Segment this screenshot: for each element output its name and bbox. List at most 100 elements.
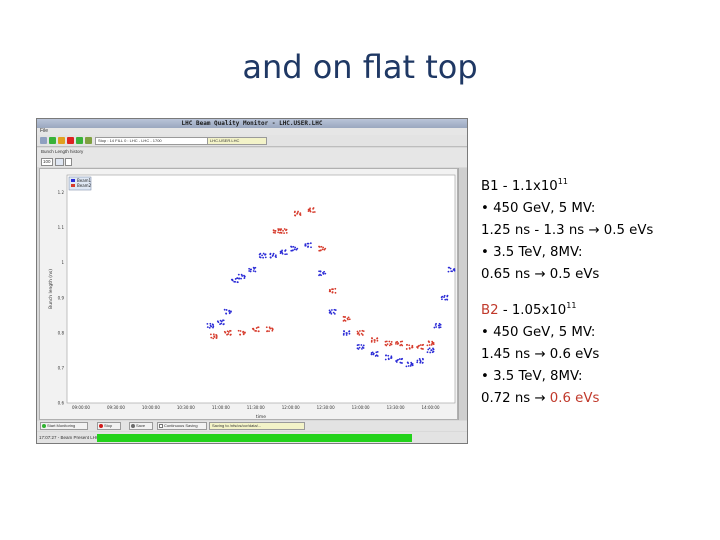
plot-area xyxy=(66,174,456,404)
data-point xyxy=(272,231,275,234)
data-point xyxy=(318,270,320,273)
data-point xyxy=(343,330,345,332)
data-point xyxy=(429,351,432,354)
data-point xyxy=(292,249,294,252)
selector-field[interactable]: Stop : 14 FILL 0 : LHC - LHC - 1700 xyxy=(95,137,225,145)
data-point xyxy=(329,311,332,314)
data-point xyxy=(254,329,257,332)
data-point xyxy=(268,330,270,333)
data-point xyxy=(219,319,222,322)
x-tick-label: 11:00:00 xyxy=(212,405,230,410)
legend: Beam1 Beam2 xyxy=(68,176,92,191)
data-point xyxy=(360,332,363,335)
data-point xyxy=(427,348,430,351)
data-point xyxy=(358,346,361,349)
plot-controls: 100 xyxy=(37,156,467,167)
record-icon[interactable] xyxy=(76,137,83,144)
save-path-field[interactable]: Saving to /nfs/cs/ccr/data/... xyxy=(209,422,305,430)
stop-button[interactable]: Stop xyxy=(97,422,121,430)
data-point xyxy=(397,358,399,361)
settings-icon[interactable] xyxy=(85,137,92,144)
stop-icon[interactable] xyxy=(67,137,74,144)
slide-title: and on flat top xyxy=(242,48,478,86)
data-point xyxy=(282,229,284,232)
data-point xyxy=(210,336,213,339)
start-monitoring-button[interactable]: Start Monitoring xyxy=(40,422,88,430)
points-select[interactable]: 100 xyxy=(41,158,53,166)
b2-line2: 1.45 ns → 0.6 eVs xyxy=(481,347,600,362)
data-point xyxy=(243,277,246,280)
data-point xyxy=(264,256,267,259)
menu-file[interactable]: File xyxy=(40,128,48,134)
data-point xyxy=(421,362,424,364)
data-point xyxy=(322,272,324,274)
window-titlebar[interactable]: LHC Beam Quality Monitor - LHC.USER.LHC xyxy=(37,119,467,128)
data-point xyxy=(321,248,324,251)
data-point xyxy=(268,326,271,329)
data-point xyxy=(343,319,346,322)
start-icon xyxy=(42,424,46,428)
b1-title: B1 - 1.1x1011 xyxy=(481,176,716,198)
data-point xyxy=(360,344,363,346)
data-point xyxy=(384,340,387,343)
status-bar: 17:07:27 - Beam Present LHC xyxy=(37,432,467,443)
data-point xyxy=(443,296,445,298)
data-point xyxy=(228,311,231,314)
b1-title-text: B1 - 1.1x10 xyxy=(481,179,558,194)
data-point xyxy=(375,351,378,354)
data-point xyxy=(285,231,288,234)
data-point xyxy=(331,291,334,294)
bottom-toolbar: Start Monitoring Stop Save Continuous Sa… xyxy=(37,421,467,431)
data-point xyxy=(293,248,296,251)
data-point xyxy=(242,330,245,333)
legend-swatch-beam2 xyxy=(71,184,75,187)
data-point xyxy=(272,254,275,256)
data-point xyxy=(432,350,435,353)
data-point xyxy=(430,349,433,352)
data-point xyxy=(320,245,323,248)
chevron-down-icon[interactable] xyxy=(65,158,72,166)
b1-line1: • 450 GeV, 5 MV: xyxy=(481,201,596,216)
data-point xyxy=(357,348,360,350)
data-point xyxy=(356,330,359,333)
play-icon[interactable] xyxy=(49,137,56,144)
zoom-icon[interactable] xyxy=(55,158,64,166)
data-point xyxy=(294,246,297,249)
beam1-block: B1 - 1.1x1011 • 450 GeV, 5 MV: 1.25 ns -… xyxy=(481,176,716,286)
data-point xyxy=(213,336,216,338)
back-icon[interactable] xyxy=(40,137,47,144)
data-point xyxy=(277,229,280,232)
data-point xyxy=(212,325,215,328)
data-point xyxy=(277,231,280,234)
data-point xyxy=(441,295,444,298)
context-field[interactable]: LHC.USER.LHC xyxy=(207,137,267,145)
data-point xyxy=(299,214,302,216)
data-point xyxy=(308,208,311,211)
data-point xyxy=(419,344,422,346)
status-indicator xyxy=(97,434,412,442)
data-point xyxy=(410,361,413,364)
pause-icon[interactable] xyxy=(58,137,65,144)
vertical-scrollbar[interactable] xyxy=(458,168,467,420)
data-point xyxy=(229,334,232,336)
data-point xyxy=(280,232,283,234)
continuous-saving-checkbox[interactable]: Continuous Saving xyxy=(157,422,207,430)
toolbar: Stop : 14 FILL 0 : LHC - LHC - 1700 LHC.… xyxy=(37,135,467,147)
data-point xyxy=(330,312,333,315)
data-point xyxy=(356,344,359,347)
data-point xyxy=(453,268,455,271)
data-point xyxy=(259,256,262,259)
data-point xyxy=(324,272,327,275)
data-point xyxy=(265,326,268,329)
y-tick-label: 0.8 xyxy=(58,330,65,335)
data-point xyxy=(222,323,225,326)
b2-exponent: 11 xyxy=(566,301,577,310)
data-point xyxy=(258,253,261,256)
data-point xyxy=(234,278,237,280)
data-point xyxy=(271,329,274,332)
data-point xyxy=(348,330,351,333)
data-point xyxy=(385,354,387,357)
x-tick-label: 10:00:00 xyxy=(142,405,160,410)
save-button[interactable]: Save xyxy=(129,422,153,430)
data-point xyxy=(252,328,255,331)
